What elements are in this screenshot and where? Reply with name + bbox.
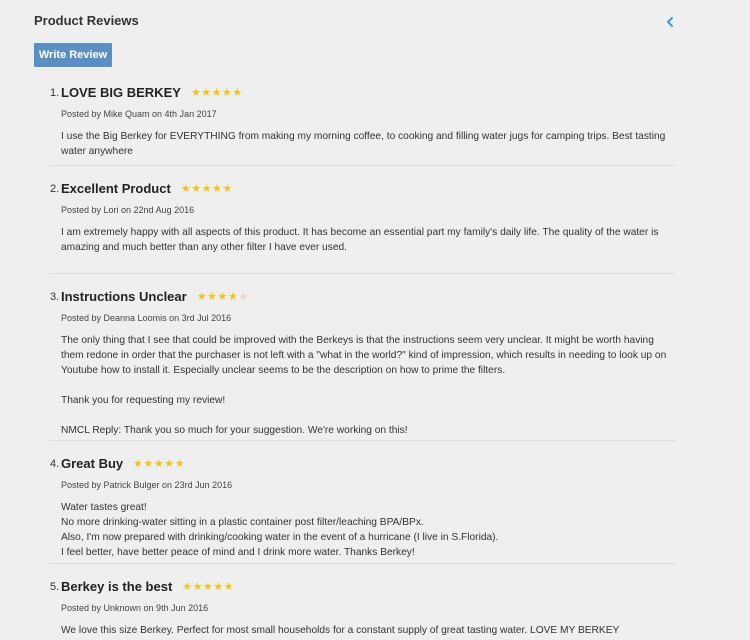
review-list: 1. LOVE BIG BERKEY ★★★★★ Posted by Mike Q… <box>50 82 675 640</box>
star-filled-icon: ★ <box>180 183 192 195</box>
review-title: Great Buy <box>61 456 124 471</box>
review-number: 4. <box>50 458 60 470</box>
star-filled-icon: ★ <box>153 458 165 470</box>
review-text: We love this size Berkey. Perfect for mo… <box>61 625 620 636</box>
star-filled-icon: ★ <box>201 183 212 195</box>
review-line: No more drinking-water sitting in a plas… <box>61 517 424 528</box>
write-review-button[interactable]: Write Review <box>34 43 112 67</box>
review-number: 3. <box>50 291 60 303</box>
review-title: Berkey is the best <box>61 579 173 594</box>
review-body: I am extremely happy with all aspects of… <box>61 225 675 255</box>
rating-stars: ★★★★★ <box>182 580 234 593</box>
review-line: Also, I'm now prepared with drinking/coo… <box>61 532 499 543</box>
review-posted-by: Posted by Deanna Loomis on 3rd Jul 2016 <box>61 313 232 323</box>
star-filled-icon: ★ <box>222 87 233 99</box>
review-posted-by: Posted by Patrick Bulger on 23rd Jun 201… <box>61 480 233 490</box>
review-text: I am extremely happy with all aspects of… <box>61 227 659 253</box>
star-filled-icon: ★ <box>133 458 144 470</box>
star-filled-icon: ★ <box>217 291 228 303</box>
review-posted-by: Posted by Mike Quam on 4th Jan 2017 <box>61 109 217 119</box>
star-filled-icon: ★ <box>164 458 175 470</box>
chevron-left-icon[interactable] <box>664 15 676 27</box>
review-posted-by: Posted by Lori on 22nd Aug 2016 <box>61 205 195 215</box>
review-body: I use the Big Berkey for EVERYTHING from… <box>61 129 675 159</box>
review-item: 5. Berkey is the best ★★★★★ Posted by Unk… <box>50 564 675 640</box>
star-filled-icon: ★ <box>203 581 214 593</box>
star-filled-icon: ★ <box>191 183 202 195</box>
star-filled-icon: ★ <box>182 581 193 593</box>
star-filled-icon: ★ <box>174 458 186 470</box>
review-text: The only thing that I see that could be … <box>61 335 667 376</box>
rating-stars: ★★★★★ <box>133 457 185 470</box>
review-item: 2. Excellent Product ★★★★★ Posted by Lori… <box>50 166 675 274</box>
reviews-header: Product Reviews <box>34 13 676 33</box>
star-filled-icon: ★ <box>207 291 218 303</box>
review-text: Thank you for requesting my review! <box>61 395 226 406</box>
review-line: Water tastes great! <box>61 502 147 513</box>
review-line: I feel better, have better peace of mind… <box>61 547 415 558</box>
star-filled-icon: ★ <box>196 291 208 303</box>
review-number: 2. <box>50 183 60 195</box>
star-filled-icon: ★ <box>223 581 235 593</box>
review-body: Water tastes great! No more drinking-wat… <box>61 500 675 560</box>
star-filled-icon: ★ <box>222 183 233 195</box>
star-filled-icon: ★ <box>213 581 224 593</box>
page-title: Product Reviews <box>34 13 139 28</box>
star-empty-icon: ★ <box>238 291 249 303</box>
star-filled-icon: ★ <box>211 183 223 195</box>
star-filled-icon: ★ <box>232 87 243 99</box>
star-filled-icon: ★ <box>211 87 223 99</box>
review-posted-by: Posted by Unknown on 9th Jun 2016 <box>61 603 209 613</box>
review-item: 1. LOVE BIG BERKEY ★★★★★ Posted by Mike Q… <box>50 82 675 166</box>
review-item: 3. Instructions Unclear ★★★★★ Posted by D… <box>50 274 675 441</box>
review-number: 1. <box>50 87 60 99</box>
review-body: We love this size Berkey. Perfect for mo… <box>61 623 675 638</box>
star-filled-icon: ★ <box>143 458 154 470</box>
review-body: The only thing that I see that could be … <box>61 333 675 438</box>
review-reply: NMCL Reply: Thank you so much for your s… <box>61 425 408 436</box>
star-filled-icon: ★ <box>201 87 212 99</box>
review-title: Instructions Unclear <box>61 289 187 304</box>
review-text: I use the Big Berkey for EVERYTHING from… <box>61 131 666 157</box>
review-title: Excellent Product <box>61 181 171 196</box>
rating-stars: ★★★★★ <box>181 182 233 195</box>
review-number: 5. <box>50 581 60 593</box>
rating-stars: ★★★★★ <box>197 290 249 303</box>
rating-stars: ★★★★★ <box>191 86 243 99</box>
star-filled-icon: ★ <box>190 87 202 99</box>
star-filled-icon: ★ <box>227 291 239 303</box>
star-filled-icon: ★ <box>192 581 204 593</box>
review-item: 4. Great Buy ★★★★★ Posted by Patrick Bulg… <box>50 441 675 564</box>
review-title: LOVE BIG BERKEY <box>61 85 181 100</box>
